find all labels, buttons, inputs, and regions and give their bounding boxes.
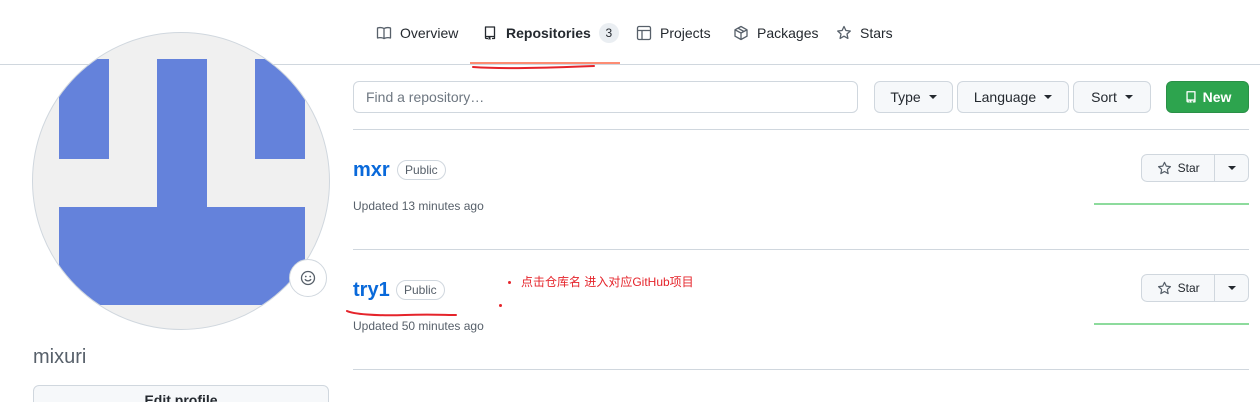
star-button-label: Star bbox=[1177, 161, 1200, 175]
type-filter-button[interactable]: Type bbox=[874, 81, 953, 113]
new-repository-label: New bbox=[1202, 89, 1232, 105]
red-underline-scribble bbox=[472, 65, 595, 70]
divider bbox=[353, 369, 1249, 370]
repo-icon bbox=[1184, 90, 1198, 104]
visibility-badge: Public bbox=[396, 280, 445, 300]
type-filter-label: Type bbox=[890, 89, 921, 105]
repo-name-link[interactable]: try1 bbox=[353, 279, 390, 302]
profile-username: mixuri bbox=[33, 346, 87, 368]
avatar bbox=[32, 32, 330, 330]
smiley-icon bbox=[300, 270, 316, 286]
tab-repositories[interactable]: Repositories 3 bbox=[482, 0, 619, 65]
language-filter-label: Language bbox=[973, 89, 1037, 105]
star-button-label: Star bbox=[1177, 281, 1200, 295]
chevron-down-icon bbox=[1227, 166, 1236, 170]
red-underline-scribble bbox=[346, 310, 457, 317]
book-icon bbox=[376, 25, 392, 41]
tab-overview-label: Overview bbox=[400, 24, 459, 41]
new-repository-button[interactable]: New bbox=[1166, 81, 1249, 113]
repo-updated-time: Updated 50 minutes ago bbox=[353, 319, 484, 333]
star-icon bbox=[1157, 281, 1172, 296]
sort-filter-label: Sort bbox=[1091, 89, 1117, 105]
edit-profile-button[interactable]: Edit profile bbox=[33, 385, 329, 402]
star-icon bbox=[1157, 161, 1172, 176]
sort-filter-button[interactable]: Sort bbox=[1073, 81, 1151, 113]
star-button[interactable]: Star bbox=[1142, 155, 1216, 181]
tab-projects-label: Projects bbox=[660, 24, 711, 41]
find-repository-input[interactable] bbox=[353, 81, 858, 113]
star-list-dropdown[interactable] bbox=[1215, 275, 1248, 301]
annotation-dot bbox=[499, 304, 502, 307]
divider bbox=[353, 249, 1249, 250]
repo-icon bbox=[482, 25, 498, 41]
tab-stars[interactable]: Stars bbox=[836, 0, 893, 65]
star-list-dropdown[interactable] bbox=[1215, 155, 1248, 181]
tab-packages[interactable]: Packages bbox=[733, 0, 818, 65]
star-button-group: Star bbox=[1141, 274, 1249, 302]
visibility-badge: Public bbox=[397, 160, 446, 180]
activity-sparkline bbox=[1094, 203, 1249, 205]
repo-name-link[interactable]: mxr bbox=[353, 159, 390, 182]
annotation-bullet bbox=[508, 281, 511, 284]
tab-projects[interactable]: Projects bbox=[636, 0, 711, 65]
star-button-group: Star bbox=[1141, 154, 1249, 182]
annotation-note: 点击仓库名 进入对应GitHub项目 bbox=[521, 275, 694, 289]
chevron-down-icon bbox=[1044, 95, 1053, 99]
table-icon bbox=[636, 25, 652, 41]
activity-sparkline bbox=[1094, 323, 1249, 325]
chevron-down-icon bbox=[1227, 286, 1236, 290]
set-status-button[interactable] bbox=[289, 259, 327, 297]
chevron-down-icon bbox=[1124, 95, 1133, 99]
chevron-down-icon bbox=[928, 95, 937, 99]
star-button[interactable]: Star bbox=[1142, 275, 1216, 301]
repo-updated-time: Updated 13 minutes ago bbox=[353, 199, 484, 213]
package-icon bbox=[733, 25, 749, 41]
divider bbox=[353, 129, 1249, 130]
tab-repositories-label: Repositories bbox=[506, 24, 591, 41]
language-filter-button[interactable]: Language bbox=[957, 81, 1069, 113]
star-icon bbox=[836, 25, 852, 41]
repositories-count-badge: 3 bbox=[598, 22, 619, 43]
tab-stars-label: Stars bbox=[860, 24, 893, 41]
tab-packages-label: Packages bbox=[757, 24, 819, 41]
tab-overview[interactable]: Overview bbox=[376, 0, 458, 65]
